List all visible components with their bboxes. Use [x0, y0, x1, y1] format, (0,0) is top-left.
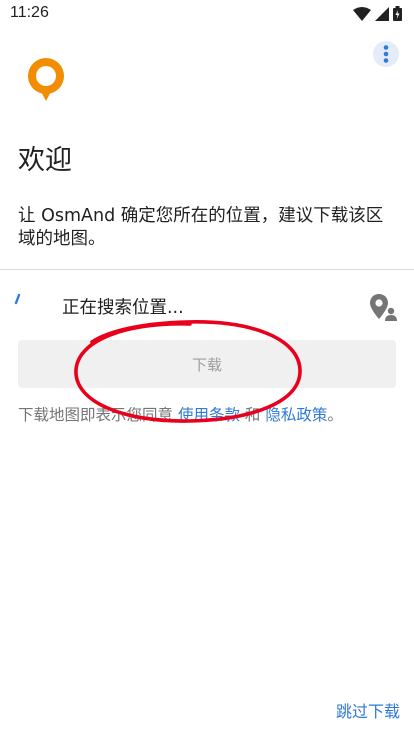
welcome-title: 欢迎 [18, 145, 72, 176]
signal-icon [375, 6, 389, 21]
location-pin-icon[interactable] [368, 292, 398, 322]
more-vert-icon [373, 41, 399, 67]
osmand-logo-icon [24, 54, 68, 102]
more-options-button[interactable] [372, 40, 400, 68]
battery-icon [393, 6, 402, 21]
section-divider [0, 269, 414, 270]
location-status-text: 正在搜索位置... [62, 298, 184, 318]
terms-suffix: 。 [327, 406, 343, 424]
privacy-policy-link[interactable]: 隐私政策 [265, 406, 327, 424]
terms-middle: 和 [239, 406, 266, 424]
download-button[interactable]: 下载 [18, 340, 396, 388]
status-time: 11:26 [10, 4, 49, 21]
wifi-icon [353, 6, 371, 21]
download-button-label: 下载 [191, 355, 222, 374]
terms-notice: 下载地图即表示您同意 使用条款 和 隐私政策。 [18, 403, 408, 425]
status-icons [353, 6, 402, 21]
skip-download-button[interactable]: 跳过下载 [336, 698, 400, 722]
loading-spinner-icon [14, 292, 30, 308]
terms-prefix: 下载地图即表示您同意 [18, 406, 178, 424]
welcome-description: 让 OsmAnd 确定您所在的位置，建议下载该区域的地图。 [18, 206, 384, 249]
terms-of-use-link[interactable]: 使用条款 [178, 406, 240, 424]
